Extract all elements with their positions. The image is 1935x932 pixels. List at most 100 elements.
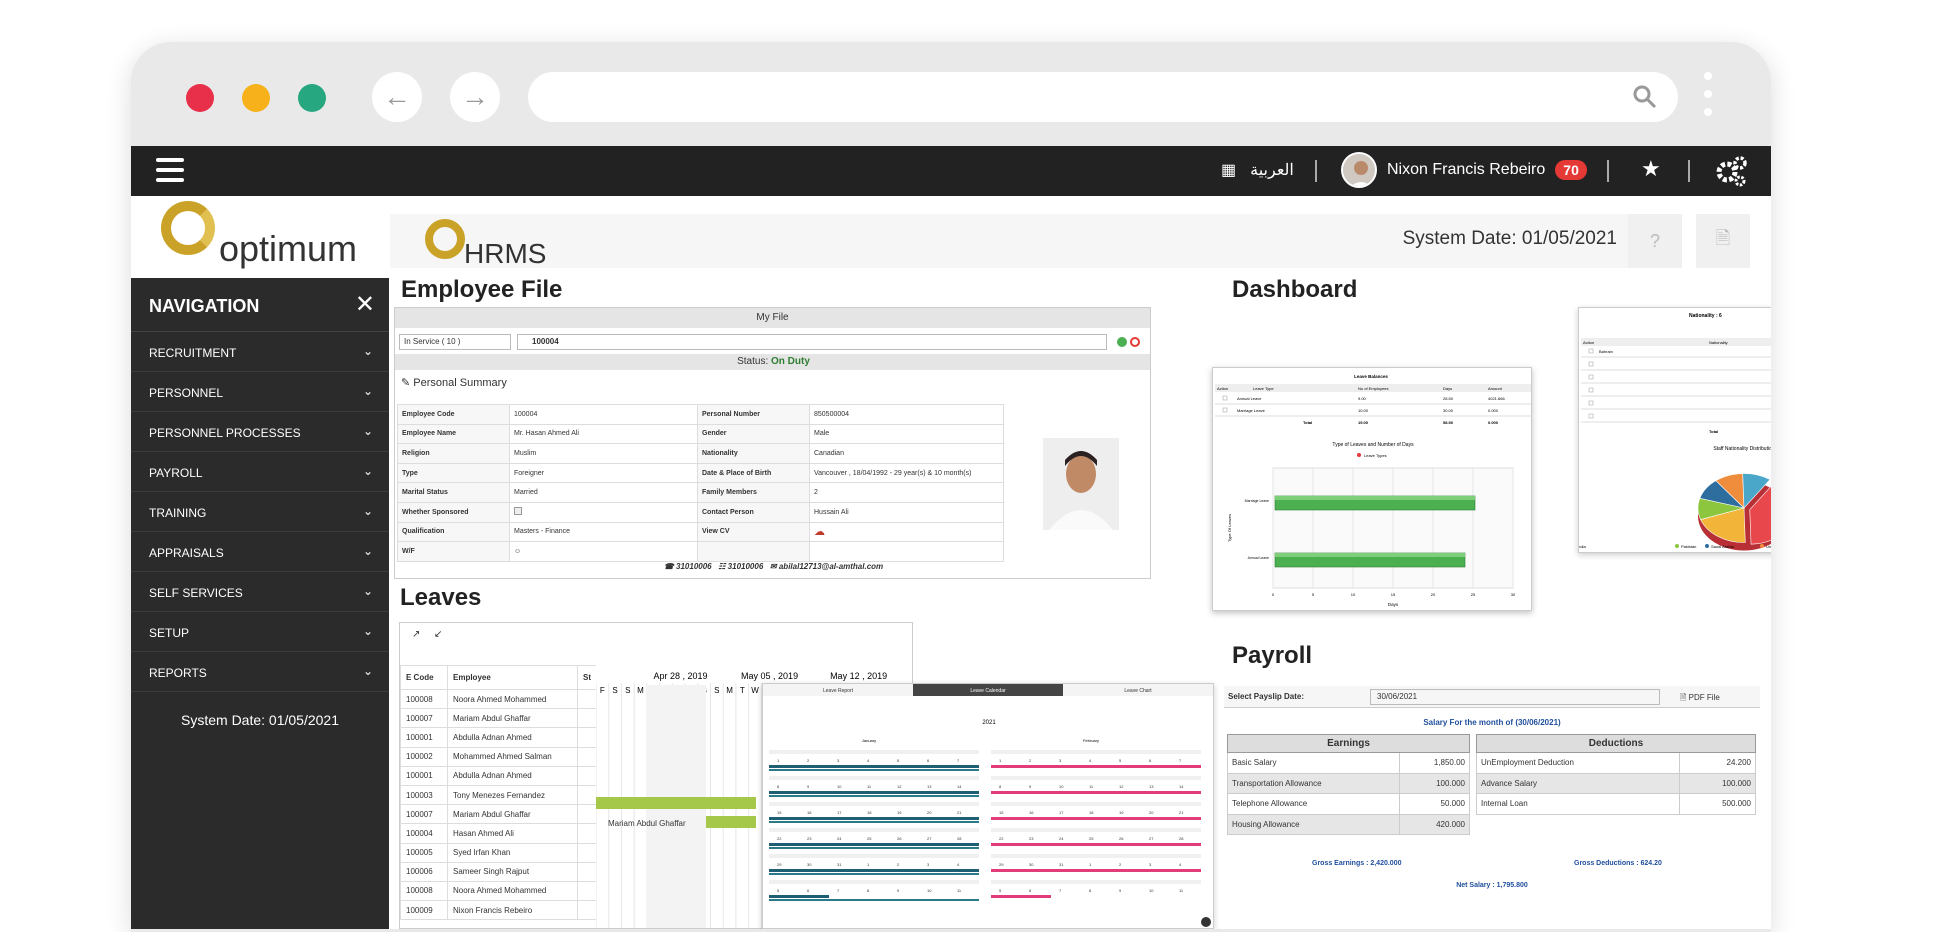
table-row[interactable]: 100003 Tony Menezes Fernandez: [400, 784, 597, 806]
leave-calendar[interactable]: Leave Report Leave Calendar Leave Chart 20 2…: [763, 684, 1214, 929]
forward-button[interactable]: →: [450, 72, 500, 122]
svg-text:20: 20: [927, 810, 932, 815]
service-select[interactable]: In Service ( 10 ): [399, 334, 511, 350]
collapse-icon[interactable]: ↙: [434, 629, 442, 640]
maximize-window-dot[interactable]: [298, 84, 326, 112]
star-icon[interactable]: ★: [1641, 156, 1661, 182]
table-row[interactable]: 100006 Sameer Singh Rajput: [400, 861, 597, 882]
leave-event-bar[interactable]: [769, 765, 979, 768]
sidebar-item-recruitment[interactable]: RECRUITMENT ⌄: [131, 332, 389, 372]
back-button[interactable]: ←: [372, 72, 422, 122]
scroll-top-icon[interactable]: [1201, 917, 1211, 927]
calendar-tab[interactable]: Leave Chart: [1124, 688, 1152, 694]
leave-event-bar[interactable]: [991, 765, 1201, 768]
leave-event-bar[interactable]: [769, 895, 829, 898]
hamburger-menu-icon[interactable]: [156, 158, 184, 184]
add-icon[interactable]: [1117, 337, 1127, 347]
sidebar-item-payroll[interactable]: PAYROLL ⌄: [131, 452, 389, 492]
leave-event-bar[interactable]: [769, 843, 979, 846]
user-icon[interactable]: ☺: [514, 548, 521, 555]
minimize-window-dot[interactable]: [242, 84, 270, 112]
notification-badge[interactable]: 70: [1555, 160, 1587, 180]
leave-event-bar[interactable]: [991, 791, 1201, 794]
table-row[interactable]: 100008 Noora Ahmed Mohammed: [400, 880, 597, 902]
browser-menu-icon[interactable]: [1703, 72, 1713, 126]
svg-text:28: 28: [1179, 836, 1184, 841]
sidebar-item-setup[interactable]: SETUP ⌄: [131, 612, 389, 652]
leave-event-bar[interactable]: [991, 895, 1051, 898]
field-label: Contact Person: [697, 501, 810, 523]
pdf-file-link[interactable]: 🗎 PDF File: [1680, 692, 1720, 706]
svg-text:6: 6: [807, 888, 810, 893]
language-switch[interactable]: ▦ العربية: [1221, 160, 1294, 180]
leave-event-bar[interactable]: [991, 843, 1201, 846]
close-icon[interactable]: ✕: [355, 290, 375, 319]
remove-icon[interactable]: [1130, 337, 1140, 347]
y-tick-label: Annual Leave: [1248, 556, 1269, 560]
table-row[interactable]: 100001 Abdulla Adnan Ahmed: [400, 727, 597, 748]
sidebar-item-self-services[interactable]: SELF SERVICES ⌄: [131, 572, 389, 612]
calendar-tab[interactable]: Leave Report: [823, 688, 854, 694]
address-bar[interactable]: [528, 72, 1678, 122]
table-row[interactable]: 100002 Mohammed Ahmed Salman: [400, 746, 597, 767]
row-checkbox[interactable]: [1588, 413, 1594, 419]
row-checkbox[interactable]: [1588, 361, 1594, 367]
row-checkbox[interactable]: [1588, 387, 1594, 393]
field-value: Mr. Hasan Ahmed Ali: [509, 423, 698, 445]
leave-bar[interactable]: [706, 816, 756, 828]
x-tick-label: 15: [1391, 592, 1396, 597]
gear-icon[interactable]: [1714, 154, 1748, 188]
search-icon[interactable]: [1632, 84, 1658, 110]
table-row[interactable]: 100007 Mariam Abdul Ghaffar: [400, 708, 597, 729]
col-header-employee[interactable]: Employee: [447, 665, 578, 690]
table-row[interactable]: 100007 Mariam Abdul Ghaffar: [400, 804, 597, 825]
svg-text:5: 5: [1119, 758, 1122, 763]
employee-name-cell: Syed Irfan Khan: [447, 842, 578, 863]
table-row[interactable]: 100005 Syed Irfan Khan: [400, 842, 597, 863]
svg-text:Total: Total: [1709, 429, 1718, 434]
item-cell: Transportation Allowance: [1227, 772, 1400, 795]
pdf-export-button[interactable]: 🗎: [1696, 214, 1750, 268]
svg-text:31: 31: [837, 862, 842, 867]
leave-bar[interactable]: [596, 797, 756, 809]
row-checkbox[interactable]: [1588, 400, 1594, 406]
x-tick-label: 30: [1511, 592, 1516, 597]
sidebar-item-appraisals[interactable]: APPRAISALS ⌄: [131, 532, 389, 572]
svg-text:11: 11: [867, 784, 872, 789]
sidebar-item-reports[interactable]: REPORTS ⌄: [131, 652, 389, 692]
row-checkbox[interactable]: [1588, 374, 1594, 380]
help-button[interactable]: ?: [1628, 214, 1682, 268]
leave-event-bar[interactable]: [769, 869, 979, 872]
sidebar-item-training[interactable]: TRAINING ⌄: [131, 492, 389, 532]
col-header-status[interactable]: St: [577, 665, 597, 690]
table-row[interactable]: 100009 Nixon Francis Rebeiro: [400, 900, 597, 921]
divider: [1607, 160, 1609, 182]
cloud-download-icon[interactable]: ☁: [814, 526, 825, 538]
payslip-date-select[interactable]: 30/06/2021: [1370, 689, 1660, 705]
optimum-logo: optimum: [161, 198, 361, 269]
table-row[interactable]: 100008 Noora Ahmed Mohammed: [400, 688, 597, 710]
personal-summary[interactable]: ✎ Personal Summary: [401, 376, 507, 389]
leave-event-bar[interactable]: [769, 817, 979, 820]
row-checkbox[interactable]: [1588, 348, 1594, 354]
sponsored-checkbox[interactable]: [514, 507, 522, 516]
field-label: Religion: [397, 443, 510, 464]
employee-name-cell: Mariam Abdul Ghaffar: [447, 708, 578, 729]
leave-event-bar[interactable]: [991, 817, 1201, 820]
close-window-dot[interactable]: [186, 84, 214, 112]
table-row[interactable]: 100004 Hasan Ahmed Ali: [400, 823, 597, 844]
table-row[interactable]: 100001 Abdulla Adnan Ahmed: [400, 765, 597, 786]
x-tick-label: 25: [1471, 592, 1476, 597]
field-value: Masters - Finance: [509, 521, 698, 543]
sidebar-item-personnel[interactable]: PERSONNEL ⌄: [131, 372, 389, 412]
top-bar: ▦ العربية Nixon Francis Rebeiro 70 ★: [131, 146, 1771, 196]
leave-event-bar[interactable]: [991, 869, 1201, 872]
user-menu[interactable]: Nixon Francis Rebeiro 70: [1341, 152, 1587, 188]
expand-icon[interactable]: ↗: [412, 629, 420, 640]
sidebar-item-personnel-processes[interactable]: PERSONNEL PROCESSES ⌄: [131, 412, 389, 452]
employee-search-input[interactable]: 100004: [517, 334, 1107, 350]
col-header-code[interactable]: E Code: [400, 665, 448, 690]
svg-text:9: 9: [1029, 784, 1032, 789]
calendar-tab[interactable]: Leave Calendar: [970, 688, 1006, 694]
leave-event-bar[interactable]: [769, 791, 979, 794]
